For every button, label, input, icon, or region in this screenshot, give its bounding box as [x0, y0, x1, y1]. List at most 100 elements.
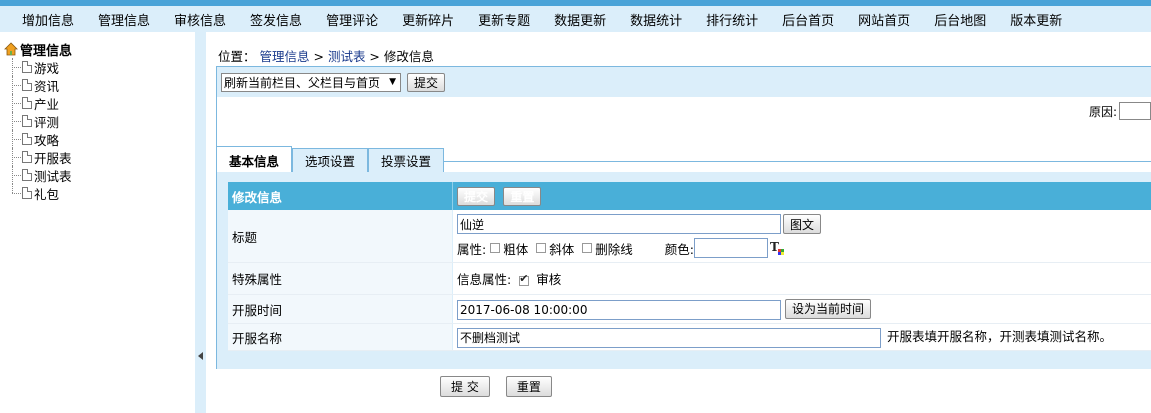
open-time-label: 开服时间 [228, 294, 453, 324]
sidebar-tree: 管理信息 游戏 资讯 产业 评测 攻略 开服表 测试表 礼包 [0, 40, 195, 202]
tree-item-label: 资讯 [34, 78, 60, 94]
tab-basic-info[interactable]: 基本信息 [216, 146, 293, 173]
tab-option-settings[interactable]: 选项设置 [292, 148, 369, 172]
refresh-select[interactable]: 刷新当前栏目、父栏目与首页 ▼ [221, 72, 401, 92]
home-icon [4, 42, 18, 56]
tree-item-review[interactable]: 评测 [0, 112, 195, 130]
form-header-row: 修改信息 提交 重置 [228, 182, 1151, 210]
breadcrumb: 位置： 管理信息 > 测试表 > 修改信息 [218, 46, 434, 65]
header-reset-button[interactable]: 重置 [503, 186, 542, 206]
chevron-down-icon: ▼ [389, 77, 396, 87]
tree-item-news[interactable]: 资讯 [0, 76, 195, 94]
svg-text:T: T [770, 240, 779, 254]
nav-data-stats[interactable]: 数据统计 [618, 10, 694, 29]
tree-item-label: 游戏 [34, 60, 60, 76]
title-label: 标题 [228, 210, 453, 263]
breadcrumb-separator: > [309, 49, 328, 64]
tree-line [12, 121, 21, 122]
nav-version-update[interactable]: 版本更新 [998, 10, 1074, 29]
tree-item-guide[interactable]: 攻略 [0, 130, 195, 148]
special-attributes-label: 特殊属性 [228, 262, 453, 295]
tab-vote-settings[interactable]: 投票设置 [368, 148, 445, 172]
bold-checkbox[interactable] [490, 243, 501, 253]
sidebar-splitter[interactable] [195, 32, 206, 413]
title-input-line: 仙逆 图文 [457, 213, 1151, 235]
nav-site-home[interactable]: 网站首页 [846, 10, 922, 29]
tree-line [12, 67, 21, 68]
tree-line [12, 193, 21, 194]
breadcrumb-current: 修改信息 [383, 49, 434, 64]
set-current-time-button[interactable]: 设为当前时间 [784, 298, 871, 319]
nav-data-update[interactable]: 数据更新 [542, 10, 618, 29]
special-attributes-controls: 信息属性: 审核 [452, 262, 1151, 295]
tree-line [12, 157, 21, 158]
breadcrumb-manage-info-link[interactable]: 管理信息 [260, 49, 310, 64]
tree-line [12, 103, 21, 104]
tree-item-label: 产业 [34, 96, 60, 112]
nav-manage-info[interactable]: 管理信息 [86, 10, 162, 29]
open-name-row: 开服名称 不删档测试 开服表填开服名称，开测表填测试名称。 [228, 323, 1151, 351]
open-time-controls: 2017-06-08 10:00:00 设为当前时间 [452, 294, 1151, 324]
title-row: 标题 仙逆 图文 属性: 粗体 斜体 删除线 颜色: T [228, 210, 1151, 263]
review-label: 审核 [536, 272, 562, 287]
refresh-select-value: 刷新当前栏目、父栏目与首页 [224, 75, 381, 90]
document-icon [22, 115, 32, 127]
tree-item-label: 测试表 [34, 168, 72, 184]
breadcrumb-separator: > [365, 49, 384, 64]
tree-line [12, 139, 21, 140]
document-icon [22, 133, 32, 145]
document-icon [22, 151, 32, 163]
tree-item-label: 开服表 [34, 150, 72, 166]
open-time-row: 开服时间 2017-06-08 10:00:00 设为当前时间 [228, 294, 1151, 324]
color-input[interactable] [693, 238, 768, 258]
tree-item-label: 攻略 [34, 132, 60, 148]
open-name-input[interactable]: 不删档测试 [457, 327, 881, 348]
nav-admin-home[interactable]: 后台首页 [770, 10, 846, 29]
tab-bar: 基本信息 选项设置 投票设置 [216, 144, 1151, 173]
refresh-submit-button[interactable]: 提交 [407, 72, 446, 92]
bold-label: 粗体 [503, 241, 529, 257]
nav-update-topics[interactable]: 更新专题 [466, 10, 542, 29]
italic-checkbox[interactable] [536, 243, 547, 253]
color-picker-icon[interactable]: T [770, 240, 786, 256]
info-attribute-label: 信息属性: [457, 272, 512, 287]
strikethrough-checkbox[interactable] [582, 243, 593, 253]
breadcrumb-test-list-link[interactable]: 测试表 [328, 49, 366, 64]
top-nav: 增加信息 管理信息 审核信息 签发信息 管理评论 更新碎片 更新专题 数据更新 … [0, 6, 1151, 32]
refresh-band: 刷新当前栏目、父栏目与首页 ▼ 提交 [217, 67, 1151, 97]
image-text-button[interactable]: 图文 [783, 214, 822, 234]
tree-item-label: 礼包 [34, 186, 60, 202]
tree-item-industry[interactable]: 产业 [0, 94, 195, 112]
tree-item-test-list[interactable]: 测试表 [0, 166, 195, 184]
tree-item-server-list[interactable]: 开服表 [0, 148, 195, 166]
attributes-label: 属性: [457, 241, 487, 257]
title-input[interactable]: 仙逆 [457, 214, 781, 234]
nav-add-info[interactable]: 增加信息 [10, 10, 86, 29]
title-attributes-line: 属性: 粗体 斜体 删除线 颜色: T [457, 237, 1151, 259]
open-name-controls: 不删档测试 开服表填开服名称，开测表填测试名称。 [452, 323, 1151, 351]
reason-field-group: 原因: [1089, 102, 1151, 120]
nav-sign-info[interactable]: 签发信息 [238, 10, 314, 29]
collapse-arrow-icon[interactable] [198, 352, 203, 360]
nav-manage-comments[interactable]: 管理评论 [314, 10, 390, 29]
nav-rank-stats[interactable]: 排行统计 [694, 10, 770, 29]
color-label: 颜色: [664, 241, 694, 257]
review-checkbox[interactable] [519, 272, 530, 286]
tree-line [12, 85, 21, 86]
tree-item-game[interactable]: 游戏 [0, 58, 195, 76]
footer-submit-button[interactable]: 提 交 [440, 376, 490, 397]
nav-review-info[interactable]: 审核信息 [162, 10, 238, 29]
open-time-input[interactable]: 2017-06-08 10:00:00 [457, 299, 781, 320]
tree-item-gift[interactable]: 礼包 [0, 184, 195, 202]
tree-line [12, 175, 21, 176]
footer-reset-button[interactable]: 重置 [505, 376, 552, 397]
nav-update-fragments[interactable]: 更新碎片 [390, 10, 466, 29]
document-icon [22, 97, 32, 109]
bottom-buttons: 提 交 重置 [440, 376, 552, 397]
tree-root[interactable]: 管理信息 [0, 40, 195, 59]
nav-admin-map[interactable]: 后台地图 [922, 10, 998, 29]
tree-line [12, 184, 13, 193]
document-icon [22, 61, 32, 73]
header-submit-button[interactable]: 提交 [457, 186, 496, 206]
reason-input[interactable] [1119, 102, 1151, 120]
